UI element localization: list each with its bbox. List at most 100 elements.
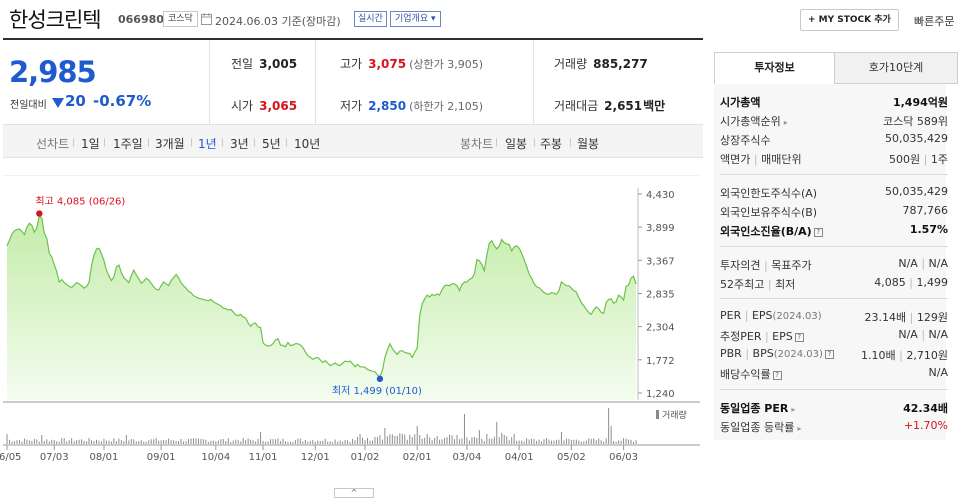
- volume-bar: [160, 440, 162, 444]
- quick-order-link[interactable]: 빠른주문: [914, 13, 954, 29]
- est-per-row: 추정PER | EPS? N/A | N/A: [720, 328, 948, 343]
- volume-bar: [187, 438, 189, 444]
- market-cap-row: 시가총액 1,494억원: [720, 94, 948, 110]
- tab-10y[interactable]: 10년: [294, 135, 320, 152]
- volume-bar: [43, 441, 45, 444]
- tab-orderbook[interactable]: 호가10단계: [834, 52, 958, 84]
- volume-bar: [180, 439, 182, 444]
- volume-bar: [364, 440, 366, 444]
- volume-bar: [297, 438, 299, 444]
- volume-bar: [312, 440, 314, 444]
- volume-bar: [486, 433, 488, 444]
- down-arrow-icon: [52, 98, 64, 108]
- volume-bar: [11, 441, 13, 444]
- volume-bar: [16, 440, 18, 444]
- volume-bar: [183, 441, 185, 444]
- volume-legend: 거래량: [662, 409, 687, 421]
- volume-bar: [23, 438, 25, 444]
- chart-collapse-button[interactable]: ^: [334, 488, 374, 498]
- volume-bar: [613, 441, 615, 444]
- volume-bar: [317, 440, 319, 444]
- help-icon[interactable]: ?: [824, 350, 834, 359]
- quote-col-1: 전일 3,005 시가 3,065: [211, 40, 315, 124]
- volume-bar: [245, 440, 247, 444]
- industry-per-row[interactable]: 동일업종 PER ▸ 42.34배: [720, 400, 948, 416]
- x-tick-label: 01/02: [351, 452, 380, 463]
- y-tick-label: 2,304: [646, 323, 675, 334]
- add-mystock-button[interactable]: + MY STOCK 추가: [800, 9, 899, 31]
- volume-bar: [565, 438, 567, 444]
- tab-weekly[interactable]: 주봉: [540, 135, 562, 152]
- volume-bar: [458, 439, 460, 444]
- company-info-dropdown[interactable]: 기업개요 ▾: [390, 11, 441, 27]
- volume-bar: [376, 437, 378, 444]
- divider: [720, 246, 948, 247]
- market-cap-rank-row[interactable]: 시가총액순위 ▸ 코스닥 589위: [720, 113, 948, 129]
- listed-shares-value: 50,035,429: [885, 132, 948, 145]
- volume-bar: [384, 428, 386, 444]
- x-tick-label: 04/01: [505, 452, 534, 463]
- foreign-limit-row: 외국인한도주식수(A) 50,035,429: [720, 185, 948, 201]
- help-icon[interactable]: ?: [813, 228, 823, 237]
- tab-3y[interactable]: 3년: [230, 135, 249, 152]
- x-tick-label: 06/03: [609, 452, 638, 463]
- tab-1y[interactable]: 1년: [198, 135, 217, 152]
- tab-3m[interactable]: 3개월: [155, 135, 185, 152]
- volume-bar: [38, 441, 40, 444]
- par-value-row: 액면가 | 매매단위 500원 | 1주: [720, 153, 948, 166]
- volume-bar: [68, 440, 70, 444]
- volume-bar: [18, 439, 20, 444]
- tab-1d[interactable]: 1일: [81, 135, 100, 152]
- pbr-value: 1.10배: [861, 349, 896, 362]
- volume-bar: [431, 440, 433, 444]
- volume-bar: [51, 439, 53, 444]
- week52-low-value: 1,499: [916, 276, 949, 289]
- volume-bar: [250, 439, 252, 444]
- volume-bar: [508, 440, 510, 444]
- volume-bar: [66, 441, 68, 444]
- volume-bar: [434, 437, 436, 444]
- tab-1w[interactable]: 1주일: [113, 135, 143, 152]
- divider: [286, 138, 287, 147]
- volume-bar: [409, 434, 411, 444]
- divider: [222, 138, 223, 147]
- volume-bar: [503, 434, 505, 444]
- volume-bar: [429, 437, 431, 444]
- tab-monthly[interactable]: 월봉: [577, 135, 599, 152]
- volume-bar: [150, 439, 152, 444]
- live-badge[interactable]: 실시간: [354, 11, 387, 27]
- volume-bar: [449, 434, 451, 444]
- volume-bar: [337, 441, 339, 444]
- divider: [191, 138, 192, 147]
- volume-bar: [451, 435, 453, 444]
- opinion-label: 투자의견: [720, 259, 761, 272]
- volume-bar: [332, 441, 334, 444]
- volume-bar: [528, 439, 530, 444]
- volume-bar: [128, 440, 130, 444]
- volume-bar: [526, 438, 528, 444]
- volume-bar: [138, 441, 140, 444]
- help-icon[interactable]: ?: [772, 371, 782, 380]
- tab-invest-info[interactable]: 투자정보: [714, 52, 835, 84]
- quote-col-3: 거래량 885,277 거래대금 2,651백만: [534, 40, 703, 124]
- volume-bar: [284, 441, 286, 444]
- volume-bar: [314, 441, 316, 444]
- volume-bar: [287, 441, 289, 444]
- volume-bar: [396, 435, 398, 444]
- volume-bar: [401, 433, 403, 444]
- volume-bar: [299, 438, 301, 444]
- volume-bar: [523, 441, 525, 444]
- volume-bar: [498, 437, 500, 444]
- help-icon[interactable]: ?: [794, 333, 804, 342]
- industry-change-row[interactable]: 동일업종 등락률 ▸ +1.70%: [720, 419, 948, 435]
- volume-bar: [531, 438, 533, 444]
- tab-5y[interactable]: 5년: [262, 135, 281, 152]
- amount-value: 2,651: [604, 99, 643, 113]
- volume-bar: [476, 437, 478, 444]
- change-percent: -0.67%: [93, 92, 152, 110]
- volume-bar: [58, 441, 60, 444]
- market-cap-rank-value: 코스닥 589위: [883, 115, 948, 128]
- tab-daily[interactable]: 일봉: [505, 135, 527, 152]
- volume-bar: [575, 439, 577, 444]
- price-chart[interactable]: 4,430 3,899 3,367 2,835 2,304 1,772 1,240 06/0…: [0, 175, 700, 465]
